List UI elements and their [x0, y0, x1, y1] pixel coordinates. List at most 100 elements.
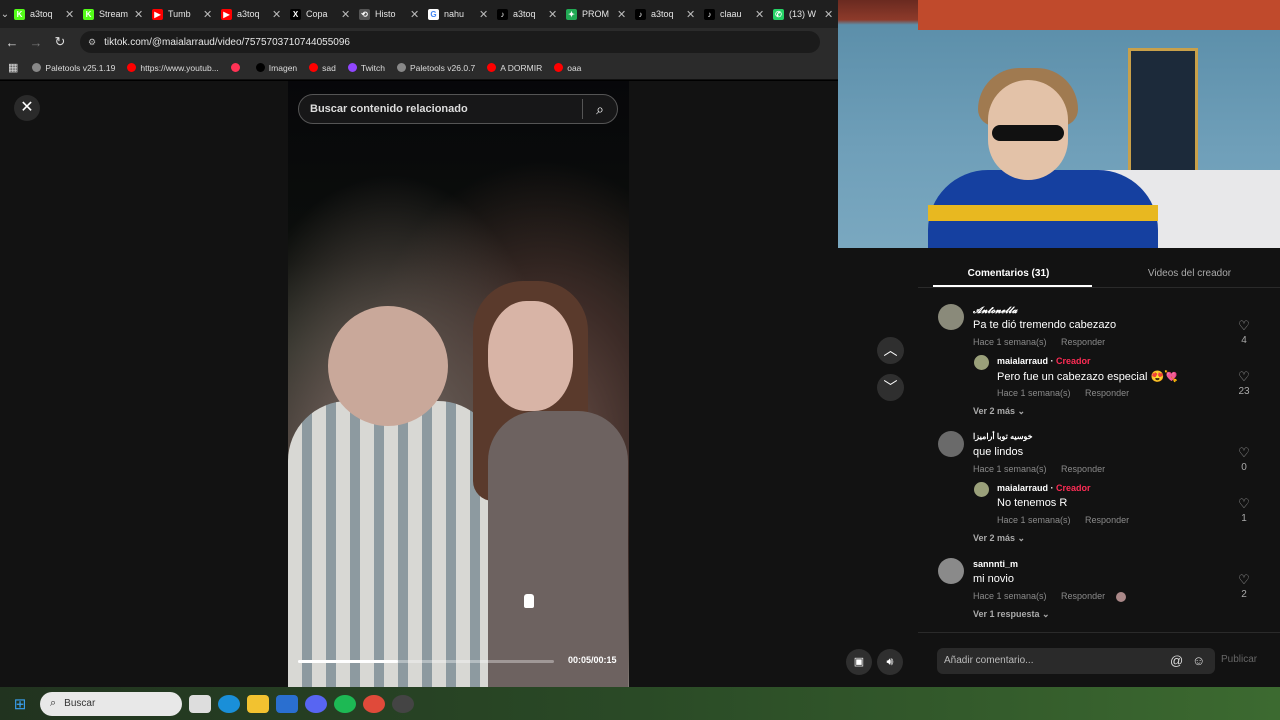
tab-favicon-icon: X: [290, 8, 301, 20]
tab-title: claau: [720, 9, 742, 19]
task-view-icon[interactable]: [189, 694, 211, 713]
comment-username[interactable]: 𝓐𝓷𝓽𝓸𝓷𝓮𝓵𝓵𝓪: [973, 305, 1017, 316]
view-more-replies-button[interactable]: Ver 2 más ⌄: [973, 533, 1025, 544]
comment-input[interactable]: Añadir comentario... @ ☺: [937, 648, 1215, 674]
browser-tab[interactable]: ✆ (13) W ✕: [769, 0, 838, 28]
browser-tab[interactable]: X Copa ✕: [286, 0, 355, 28]
heart-icon[interactable]: ♡: [1229, 446, 1259, 460]
avatar[interactable]: [938, 431, 964, 457]
bookmark-item[interactable]: Paletools v26.0.7: [396, 63, 475, 73]
file-explorer-icon[interactable]: [247, 694, 269, 713]
tab-close-icon[interactable]: ✕: [617, 8, 627, 21]
reload-icon[interactable]: ↻: [48, 34, 72, 50]
like-button[interactable]: ♡ 4: [1229, 319, 1259, 347]
tab-title: a3toq: [237, 9, 260, 19]
video-player[interactable]: [288, 81, 629, 687]
taskbar-search[interactable]: ⌕ Buscar: [40, 691, 182, 716]
forward-arrow-icon[interactable]: →: [24, 35, 48, 50]
avatar[interactable]: [938, 558, 964, 584]
windows-start-icon[interactable]: ⊞: [0, 695, 40, 713]
comment-username[interactable]: sannnti_m: [973, 559, 1018, 569]
heart-icon[interactable]: ♡: [1229, 319, 1259, 333]
floating-player-icon[interactable]: ▣: [846, 649, 872, 675]
tab-close-icon[interactable]: ✕: [203, 8, 213, 21]
volume-icon[interactable]: 🔊︎: [877, 649, 903, 675]
comment-username[interactable]: خوسيه توبا أراميزا: [973, 432, 1033, 441]
browser-tab[interactable]: ♪ claau ✕: [700, 0, 769, 28]
bookmark-item[interactable]: https://www.youtub...: [127, 63, 219, 73]
bookmark-item[interactable]: sad: [309, 63, 336, 73]
reply-button[interactable]: Responder: [1061, 337, 1105, 347]
comment-username[interactable]: maialarraud · Creador: [997, 483, 1091, 493]
chrome-icon[interactable]: [363, 694, 385, 713]
next-video-chevron-down-icon[interactable]: ﹀: [877, 374, 904, 401]
bookmark-item[interactable]: Twitch: [347, 63, 385, 73]
emoji-icon[interactable]: ☺: [1192, 648, 1205, 674]
tab-creator-videos[interactable]: Videos del creador: [1099, 248, 1280, 287]
bookmark-item[interactable]: Imagen: [255, 63, 297, 73]
browser-tab[interactable]: ✦ PROM ✕: [562, 0, 631, 28]
reply-button[interactable]: Responder: [1061, 591, 1105, 601]
tab-close-icon[interactable]: ✕: [755, 8, 765, 21]
tab-close-icon[interactable]: ✕: [341, 8, 351, 21]
close-icon[interactable]: ✕: [14, 95, 40, 121]
bookmark-item[interactable]: Paletools v25.1.19: [32, 63, 115, 73]
previous-video-chevron-up-icon[interactable]: ︿: [877, 337, 904, 364]
edge-icon[interactable]: [218, 694, 240, 713]
bookmark-item[interactable]: oaa: [554, 63, 581, 73]
tab-comments[interactable]: Comentarios (31): [918, 248, 1099, 287]
like-button[interactable]: ♡ 23: [1229, 370, 1259, 398]
tab-close-icon[interactable]: ✕: [686, 8, 696, 21]
browser-tab[interactable]: Ka3toq ✕: [10, 0, 79, 28]
view-more-replies-button[interactable]: Ver 2 más ⌄: [973, 406, 1025, 417]
publish-button[interactable]: Publicar: [1221, 654, 1257, 665]
comment-username[interactable]: maialarraud · Creador: [997, 356, 1091, 366]
tab-close-icon[interactable]: ✕: [410, 8, 420, 21]
related-search-box[interactable]: Buscar contenido relacionado ⌕: [298, 94, 618, 124]
spotify-icon[interactable]: [334, 694, 356, 713]
video-frame-person-face: [488, 301, 573, 411]
avatar[interactable]: [938, 304, 964, 330]
browser-tab[interactable]: ▶ a3toq ✕: [217, 0, 286, 28]
tab-close-icon[interactable]: ✕: [479, 8, 489, 21]
webcam-sunglasses: [992, 125, 1064, 141]
tab-search-chevron-icon[interactable]: ⌄: [0, 0, 10, 28]
obs-icon[interactable]: [392, 694, 414, 713]
url-field[interactable]: ⚙ tiktok.com/@maialarraud/video/75757037…: [80, 31, 820, 53]
avatar[interactable]: [974, 355, 989, 370]
tab-close-icon[interactable]: ✕: [272, 8, 282, 21]
like-button[interactable]: ♡ 0: [1229, 446, 1259, 474]
video-progress-bar[interactable]: [298, 660, 554, 663]
browser-tab[interactable]: ▶ Tumb ✕: [148, 0, 217, 28]
apps-grid-icon[interactable]: ▦: [8, 61, 18, 74]
browser-tab[interactable]: ♪ a3toq ✕: [631, 0, 700, 28]
browser-tab[interactable]: K Stream ✕: [79, 0, 148, 28]
reply-button[interactable]: Responder: [1085, 388, 1129, 398]
mention-at-icon[interactable]: @: [1170, 648, 1183, 674]
heart-icon[interactable]: ♡: [1229, 573, 1259, 587]
like-button[interactable]: ♡ 2: [1229, 573, 1259, 601]
browser-tab[interactable]: ♪ a3toq ✕: [493, 0, 562, 28]
like-button[interactable]: ♡ 1: [1229, 497, 1259, 525]
browser-tab[interactable]: Gnahu ✕: [424, 0, 493, 28]
related-search-input[interactable]: Buscar contenido relacionado: [299, 103, 582, 115]
bookmark-item[interactable]: A DORMIR: [487, 63, 542, 73]
tab-favicon-icon: ▶: [221, 8, 232, 20]
tab-close-icon[interactable]: ✕: [65, 8, 75, 21]
heart-icon[interactable]: ♡: [1229, 370, 1259, 384]
tab-close-icon[interactable]: ✕: [134, 8, 144, 21]
site-info-icon[interactable]: ⚙: [88, 37, 96, 48]
browser-tab[interactable]: ⟲ Histo ✕: [355, 0, 424, 28]
reply-button[interactable]: Responder: [1085, 515, 1129, 525]
avatar[interactable]: [974, 482, 989, 497]
discord-icon[interactable]: [305, 694, 327, 713]
store-icon[interactable]: [276, 694, 298, 713]
back-arrow-icon[interactable]: ←: [0, 35, 24, 50]
reply-button[interactable]: Responder: [1061, 464, 1105, 474]
view-replies-button[interactable]: Ver 1 respuesta ⌄: [973, 609, 1050, 620]
tab-close-icon[interactable]: ✕: [548, 8, 558, 21]
bookmark-item[interactable]: [230, 63, 244, 73]
heart-icon[interactable]: ♡: [1229, 497, 1259, 511]
search-icon[interactable]: ⌕: [583, 101, 617, 118]
tab-close-icon[interactable]: ✕: [824, 8, 834, 21]
